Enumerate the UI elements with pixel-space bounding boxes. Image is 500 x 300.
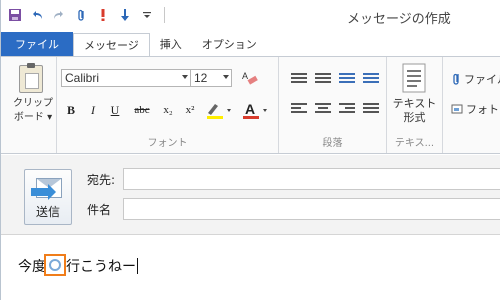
align-left-icon[interactable] <box>291 103 307 117</box>
italic-button[interactable]: I <box>85 101 101 119</box>
align-center-icon[interactable] <box>315 103 331 117</box>
redo-icon[interactable] <box>51 7 67 23</box>
align-right-icon[interactable] <box>339 103 355 117</box>
font-name-value: Calibri <box>65 71 100 85</box>
subject-field[interactable] <box>123 198 500 220</box>
paperclip-icon <box>453 73 459 85</box>
attach-file-label: ファイル <box>464 73 500 86</box>
font-name-combo[interactable]: Calibri <box>61 69 191 87</box>
svg-text:A: A <box>242 71 248 81</box>
importance-low-icon[interactable] <box>117 7 133 23</box>
clear-formatting-icon[interactable]: A <box>241 69 259 90</box>
svg-text:A: A <box>245 101 255 117</box>
ribbon: クリップ ボード ▾ Calibri 12 A B I U abc x₂ x² <box>1 56 500 154</box>
font-size-combo[interactable]: 12 <box>190 69 232 87</box>
increase-indent-icon[interactable] <box>363 73 379 87</box>
photo-album-label: フォトア <box>466 103 500 116</box>
photo-album-button[interactable]: フォトア <box>451 101 500 117</box>
font-group: Calibri 12 A B I U abc x₂ x² A フォント <box>57 57 279 153</box>
to-field[interactable] <box>123 168 500 190</box>
font-color-icon: A <box>243 101 267 119</box>
subscript-button[interactable]: x₂ <box>159 101 177 119</box>
chevron-down-icon[interactable] <box>223 75 229 79</box>
text-group: テキスト 形式 テキス... <box>387 57 443 153</box>
importance-high-icon[interactable] <box>95 7 111 23</box>
quick-access-toolbar <box>7 7 168 23</box>
text-format-button-label[interactable]: テキスト 形式 <box>387 97 442 125</box>
subject-label: 件名 <box>87 203 112 217</box>
send-button[interactable]: 送信 <box>24 169 72 225</box>
font-color-button[interactable]: A <box>241 101 271 121</box>
superscript-button[interactable]: x² <box>181 101 199 119</box>
photo-icon <box>451 104 463 114</box>
highlighter-icon <box>207 104 231 119</box>
bold-button[interactable]: B <box>63 101 79 119</box>
qat-divider <box>164 7 165 23</box>
ribbon-tabs: ファイル メッセージ 挿入 オプション <box>1 32 500 56</box>
numbering-icon[interactable] <box>315 73 331 87</box>
paragraph-group-label: 段落 <box>322 138 343 149</box>
text-caret <box>137 258 138 274</box>
window-title: メッセージの作成 <box>347 12 451 27</box>
tab-message[interactable]: メッセージ <box>73 33 150 56</box>
tab-insert[interactable]: 挿入 <box>150 32 192 56</box>
clipboard-button-label[interactable]: クリップ ボード ▾ <box>13 97 53 125</box>
bullets-icon[interactable] <box>291 73 307 87</box>
clipboard-icon[interactable] <box>19 63 43 93</box>
body-text-before: 今度 <box>18 259 46 275</box>
message-body[interactable]: 今度 行こうねー <box>18 254 138 276</box>
strikethrough-button[interactable]: abc <box>129 101 155 119</box>
body-text-after: 行こうねー <box>66 259 136 275</box>
message-header: 送信 宛先: 件名 <box>1 155 500 235</box>
title-bar: メッセージの作成 <box>1 0 500 32</box>
tab-file[interactable]: ファイル <box>1 32 73 56</box>
decrease-indent-icon[interactable] <box>339 73 355 87</box>
clipboard-group: クリップ ボード ▾ <box>1 57 57 153</box>
undo-icon[interactable] <box>29 7 45 23</box>
font-group-label: フォント <box>147 138 188 149</box>
highlight-color-button[interactable] <box>205 101 235 121</box>
attach-icon[interactable] <box>73 7 89 23</box>
paragraph-group: 段落 <box>279 57 387 153</box>
insert-group: ファイル フォトア <box>443 57 500 153</box>
customize-icon[interactable] <box>139 7 155 23</box>
to-label: 宛先: <box>87 173 116 187</box>
compose-window: メッセージの作成 ファイル メッセージ 挿入 オプション クリップ ボード ▾ … <box>0 0 500 300</box>
justify-icon[interactable] <box>363 103 379 117</box>
text-group-label: テキス... <box>394 138 435 149</box>
chevron-down-icon: ▾ <box>47 112 53 123</box>
underline-button[interactable]: U <box>107 101 123 119</box>
font-size-value: 12 <box>194 71 208 85</box>
text-format-icon[interactable] <box>401 63 427 96</box>
send-arrow-icon <box>31 184 56 200</box>
attach-file-button[interactable]: ファイル <box>451 71 500 87</box>
emoticon-icon[interactable] <box>44 254 66 276</box>
chevron-down-icon[interactable] <box>182 75 188 79</box>
save-icon[interactable] <box>7 7 23 23</box>
tab-options[interactable]: オプション <box>192 32 267 56</box>
send-label: 送信 <box>35 205 60 219</box>
